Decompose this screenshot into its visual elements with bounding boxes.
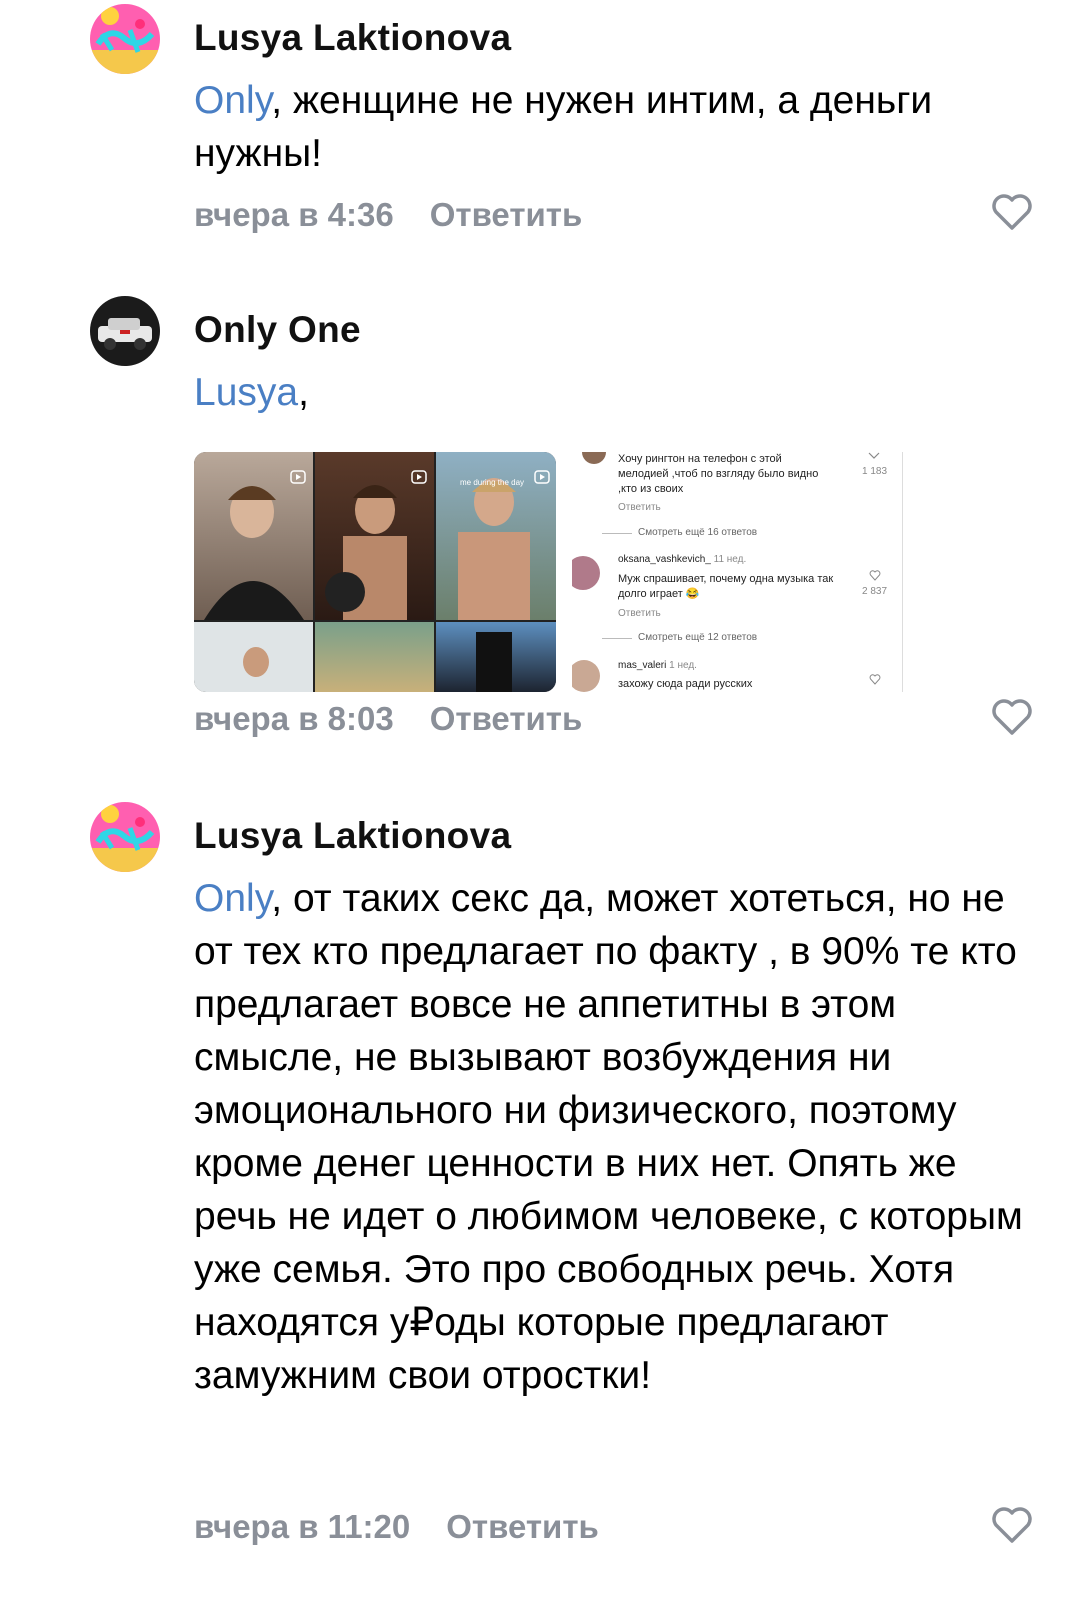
age: 11 нед. [713,554,747,565]
avatar [572,556,600,590]
comment-text: Lusya, [194,366,1024,419]
screenshot-comment-text: Муж спрашивает, почему одна музыка так д… [618,573,834,600]
like-count: 1 183 [862,466,888,477]
mention-link[interactable]: Only [194,877,271,920]
timestamp: вчера в 11:20 [194,1508,411,1545]
photo-attachment-grid[interactable]: me during the day [194,452,556,692]
age: 1 нед. [669,660,697,671]
comment-meta: вчера в 11:20 Ответить [194,1508,599,1546]
heart-icon [869,570,881,581]
comment-text: Only, от таких секс да, может хотеться, … [194,872,1024,1402]
like-icon[interactable] [990,697,1034,737]
screenshot-comment-text: Хочу рингтон на телефон с этой мелодией … [618,453,819,495]
reels-icon [411,470,427,484]
photo-caption: me during the day [460,478,525,487]
timestamp: вчера в 8:03 [194,700,394,737]
avatar[interactable] [90,802,160,872]
reply-button[interactable]: Ответить [430,700,583,737]
comment-body: , [298,371,309,414]
reply-button[interactable]: Ответить [430,196,583,233]
comment-author[interactable]: Only One [194,309,361,351]
comment-text: Only, женщине не нужен интим, а деньги н… [194,74,1024,180]
heart-icon [869,674,881,685]
mention-link[interactable]: Only [194,79,271,122]
avatar[interactable] [90,4,160,74]
photo-tile [436,622,556,692]
username: oksana_vashkevich_ [618,554,711,565]
like-count: 2 837 [862,586,888,597]
comment-author[interactable]: Lusya Laktionova [194,17,511,59]
screenshot-reply: Ответить [618,608,661,619]
comment-meta: вчера в 8:03 Ответить [194,700,582,738]
username: mas_valeri [618,660,667,671]
comment-body: , женщине не нужен интим, а деньги нужны… [194,79,933,175]
avatar[interactable] [90,296,160,366]
scrollbar [902,452,903,692]
screenshot-username: oksana_vashkevich_ 11 нед. [618,554,746,565]
screenshot-username: mas_valeri 1 нед. [618,660,697,671]
more-replies: Смотреть ещё 16 ответов [638,527,758,538]
mention-link[interactable]: Lusya [194,371,298,414]
reels-icon [290,470,306,484]
divider [602,533,632,534]
photo-tile [315,622,434,692]
screenshot-attachment[interactable]: Хочу рингтон на телефон с этой мелодией … [572,452,932,692]
avatar [582,452,606,464]
divider [602,638,632,639]
like-icon[interactable] [990,192,1034,232]
comment-author[interactable]: Lusya Laktionova [194,815,511,857]
chevron-down-icon [868,452,880,459]
reply-button[interactable]: Ответить [446,1508,599,1545]
comment-body: , от таких секс да, может хотеться, но н… [194,877,1023,1397]
like-icon[interactable] [990,1505,1034,1545]
reels-icon [534,470,550,484]
screenshot-reply: Ответить [618,502,661,513]
timestamp: вчера в 4:36 [194,196,394,233]
comment-meta: вчера в 4:36 Ответить [194,196,582,234]
more-replies: Смотреть ещё 12 ответов [638,632,758,643]
screenshot-comment-text: захожу сюда ради русских [618,678,753,690]
photo-tile [194,622,313,692]
avatar [572,660,600,692]
